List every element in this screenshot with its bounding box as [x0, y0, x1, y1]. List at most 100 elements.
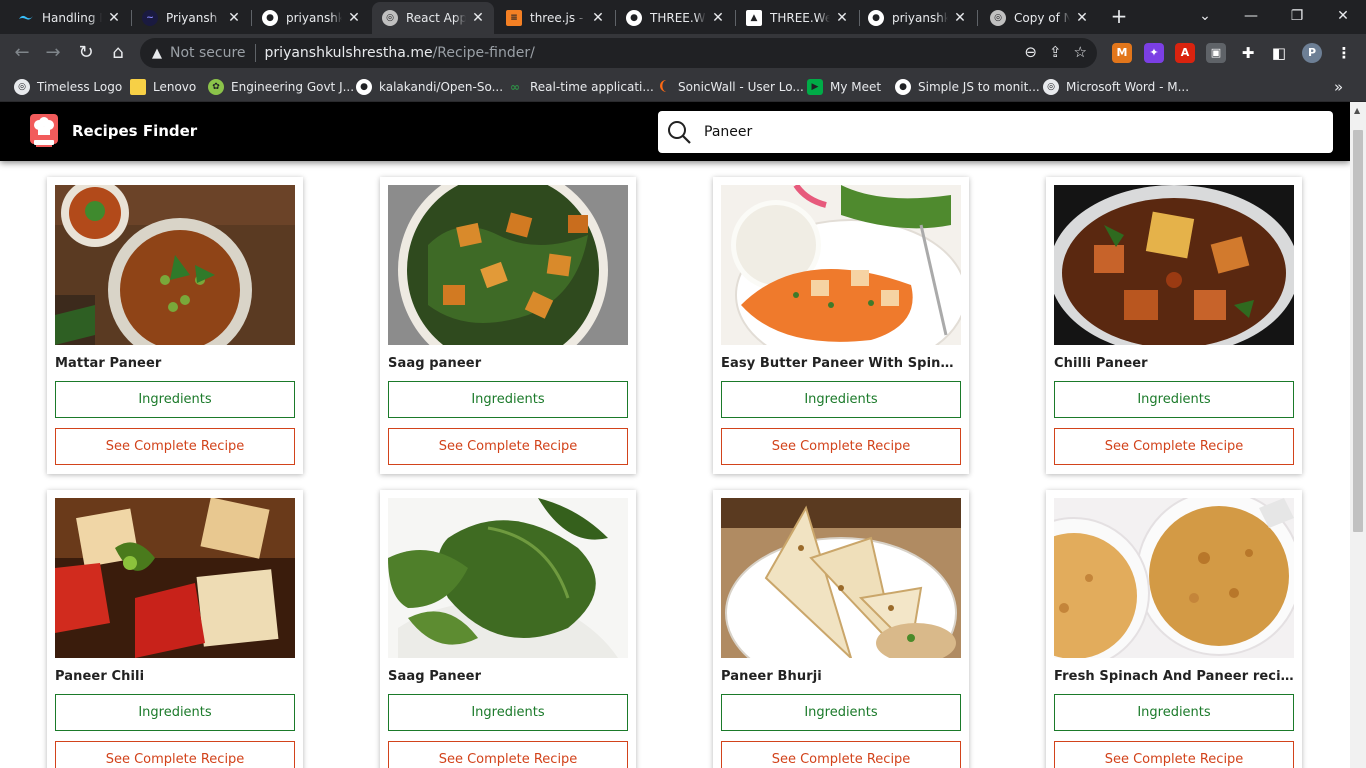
- ingredients-button[interactable]: Ingredients: [388, 381, 628, 418]
- scroll-up-icon[interactable]: ▲: [1354, 106, 1360, 115]
- recipe-image: [388, 185, 628, 345]
- close-icon[interactable]: ✕: [226, 10, 242, 26]
- tab-label: priyanshku: [286, 11, 342, 25]
- recipe-card: Paneer Chili Ingredients See Complete Re…: [47, 490, 303, 768]
- ingredients-button[interactable]: Ingredients: [721, 694, 961, 731]
- bookmark-star-icon[interactable]: ☆: [1074, 43, 1087, 61]
- ingredients-button[interactable]: Ingredients: [721, 381, 961, 418]
- folder-icon: [130, 79, 146, 95]
- forward-icon[interactable]: →: [40, 40, 66, 66]
- bookmarks-overflow-icon[interactable]: »: [1334, 76, 1343, 98]
- close-icon[interactable]: ✕: [710, 10, 726, 26]
- bookmark-3[interactable]: ● kalakandi/Open-So...: [356, 76, 503, 98]
- bookmark-5[interactable]: ❨ SonicWall - User Lo...: [655, 76, 804, 98]
- page-viewport: Recipes Finder Mattar Paneer Ingredien: [0, 102, 1350, 768]
- tab-label: Handling M: [42, 11, 102, 25]
- recipe-title: Paneer Bhurji: [721, 669, 822, 684]
- bookmark-6[interactable]: ▶ My Meet: [807, 76, 881, 98]
- menu-icon[interactable]: ⋮: [1334, 43, 1354, 63]
- bookmark-4[interactable]: ∞ Real-time applicati...: [507, 76, 654, 98]
- see-complete-recipe-button[interactable]: See Complete Recipe: [1054, 428, 1294, 465]
- globe-icon: ◎: [1043, 79, 1059, 95]
- close-icon[interactable]: ✕: [346, 10, 362, 26]
- zoom-icon[interactable]: ⊖: [1024, 43, 1037, 61]
- tab-label: React App: [406, 11, 466, 25]
- new-tab-button[interactable]: +: [1108, 5, 1130, 27]
- see-complete-recipe-button[interactable]: See Complete Recipe: [721, 428, 961, 465]
- pdf-icon[interactable]: A: [1175, 43, 1195, 63]
- back-icon[interactable]: ←: [9, 40, 35, 66]
- bookmark-7[interactable]: ● Simple JS to monit...: [895, 76, 1040, 98]
- app-header: Recipes Finder: [0, 102, 1350, 161]
- recipe-title: Saag Paneer: [388, 669, 482, 684]
- tab-search-icon[interactable]: ⌄: [1182, 0, 1228, 32]
- ingredients-button[interactable]: Ingredients: [55, 381, 295, 418]
- ingredients-button[interactable]: Ingredients: [388, 694, 628, 731]
- sonicwall-icon: ❨: [657, 79, 669, 94]
- tab-0[interactable]: Handling M ✕: [8, 2, 130, 34]
- recipe-card: Saag paneer Ingredients See Complete Rec…: [380, 177, 636, 474]
- window-close-icon[interactable]: ✕: [1320, 0, 1366, 32]
- recipe-title: Easy Butter Paneer With Spinach Recipe: [721, 356, 961, 371]
- tab-strip: Handling M ✕ ~ Priyansh Ku ✕ ● priyanshk…: [0, 0, 1366, 34]
- tab-7[interactable]: ● priyanshku ✕: [858, 2, 976, 34]
- recipe-card: Saag Paneer Ingredients See Complete Rec…: [380, 490, 636, 768]
- tab-1[interactable]: ~ Priyansh Ku ✕: [132, 2, 250, 34]
- tab-6[interactable]: ▲ THREE.Web ✕: [736, 2, 858, 34]
- metamask-icon[interactable]: M: [1112, 43, 1132, 63]
- ingredients-button[interactable]: Ingredients: [1054, 381, 1294, 418]
- search-input[interactable]: [704, 124, 1304, 140]
- tab-4[interactable]: ≡ three.js - W ✕: [496, 2, 614, 34]
- close-icon[interactable]: ✕: [952, 10, 968, 26]
- minimize-icon[interactable]: —: [1228, 0, 1274, 32]
- recipe-card: Fresh Spinach And Paneer recipes Ingredi…: [1046, 490, 1302, 768]
- bookmark-0[interactable]: ◎ Timeless Logo: [14, 76, 122, 98]
- recipe-image: [388, 498, 628, 658]
- stackoverflow-icon: ≡: [506, 10, 522, 26]
- reload-icon[interactable]: ↻: [73, 40, 99, 66]
- bookmark-8[interactable]: ◎ Microsoft Word - M...: [1043, 76, 1189, 98]
- bookmark-label: Lenovo: [153, 80, 197, 94]
- recipe-image: [55, 185, 295, 345]
- page-scrollbar[interactable]: ▲: [1350, 102, 1366, 768]
- scrollbar-thumb[interactable]: [1353, 130, 1363, 532]
- leaf-icon: ✿: [208, 79, 224, 95]
- close-icon[interactable]: ✕: [470, 10, 486, 26]
- share-icon[interactable]: ⇪: [1049, 43, 1062, 61]
- address-bar[interactable]: ▲ Not secure priyanshkulshrestha.me /Rec…: [140, 38, 1097, 68]
- see-complete-recipe-button[interactable]: See Complete Recipe: [388, 428, 628, 465]
- avatar[interactable]: P: [1302, 43, 1322, 63]
- see-complete-recipe-button[interactable]: See Complete Recipe: [1054, 741, 1294, 768]
- github-icon: ●: [895, 79, 911, 95]
- extension-icon[interactable]: ✦: [1144, 43, 1164, 63]
- see-complete-recipe-button[interactable]: See Complete Recipe: [721, 741, 961, 768]
- recipe-card: Chilli Paneer Ingredients See Complete R…: [1046, 177, 1302, 474]
- tab-3[interactable]: ◎ React App ✕: [372, 2, 494, 34]
- close-icon[interactable]: ✕: [590, 10, 606, 26]
- tab-2[interactable]: ● priyanshku ✕: [252, 2, 370, 34]
- recipe-image: [1054, 498, 1294, 658]
- bookmark-label: Simple JS to monit...: [918, 80, 1040, 94]
- bookmark-2[interactable]: ✿ Engineering Govt J...: [208, 76, 354, 98]
- tab-8[interactable]: ◎ Copy of Nu ✕: [980, 2, 1098, 34]
- puzzle-icon[interactable]: ✚: [1238, 43, 1258, 63]
- close-icon[interactable]: ✕: [1074, 10, 1090, 26]
- tab-5[interactable]: ● THREE.Web ✕: [616, 2, 734, 34]
- bookmark-1[interactable]: Lenovo: [130, 76, 196, 98]
- home-icon[interactable]: ⌂: [105, 40, 131, 66]
- see-complete-recipe-button[interactable]: See Complete Recipe: [55, 741, 295, 768]
- window-icon[interactable]: ▣: [1206, 43, 1226, 63]
- side-panel-icon[interactable]: ◧: [1269, 43, 1289, 63]
- see-complete-recipe-button[interactable]: See Complete Recipe: [388, 741, 628, 768]
- see-complete-recipe-button[interactable]: See Complete Recipe: [55, 428, 295, 465]
- recipe-title: Chilli Paneer: [1054, 356, 1148, 371]
- warning-icon[interactable]: ▲: [152, 46, 162, 61]
- github-icon: ●: [868, 10, 884, 26]
- security-label[interactable]: Not secure: [170, 45, 246, 61]
- close-icon[interactable]: ✕: [834, 10, 850, 26]
- close-icon[interactable]: ✕: [106, 10, 122, 26]
- ingredients-button[interactable]: Ingredients: [55, 694, 295, 731]
- restore-icon[interactable]: ❐: [1274, 0, 1320, 32]
- recipe-search-box[interactable]: [658, 111, 1333, 153]
- ingredients-button[interactable]: Ingredients: [1054, 694, 1294, 731]
